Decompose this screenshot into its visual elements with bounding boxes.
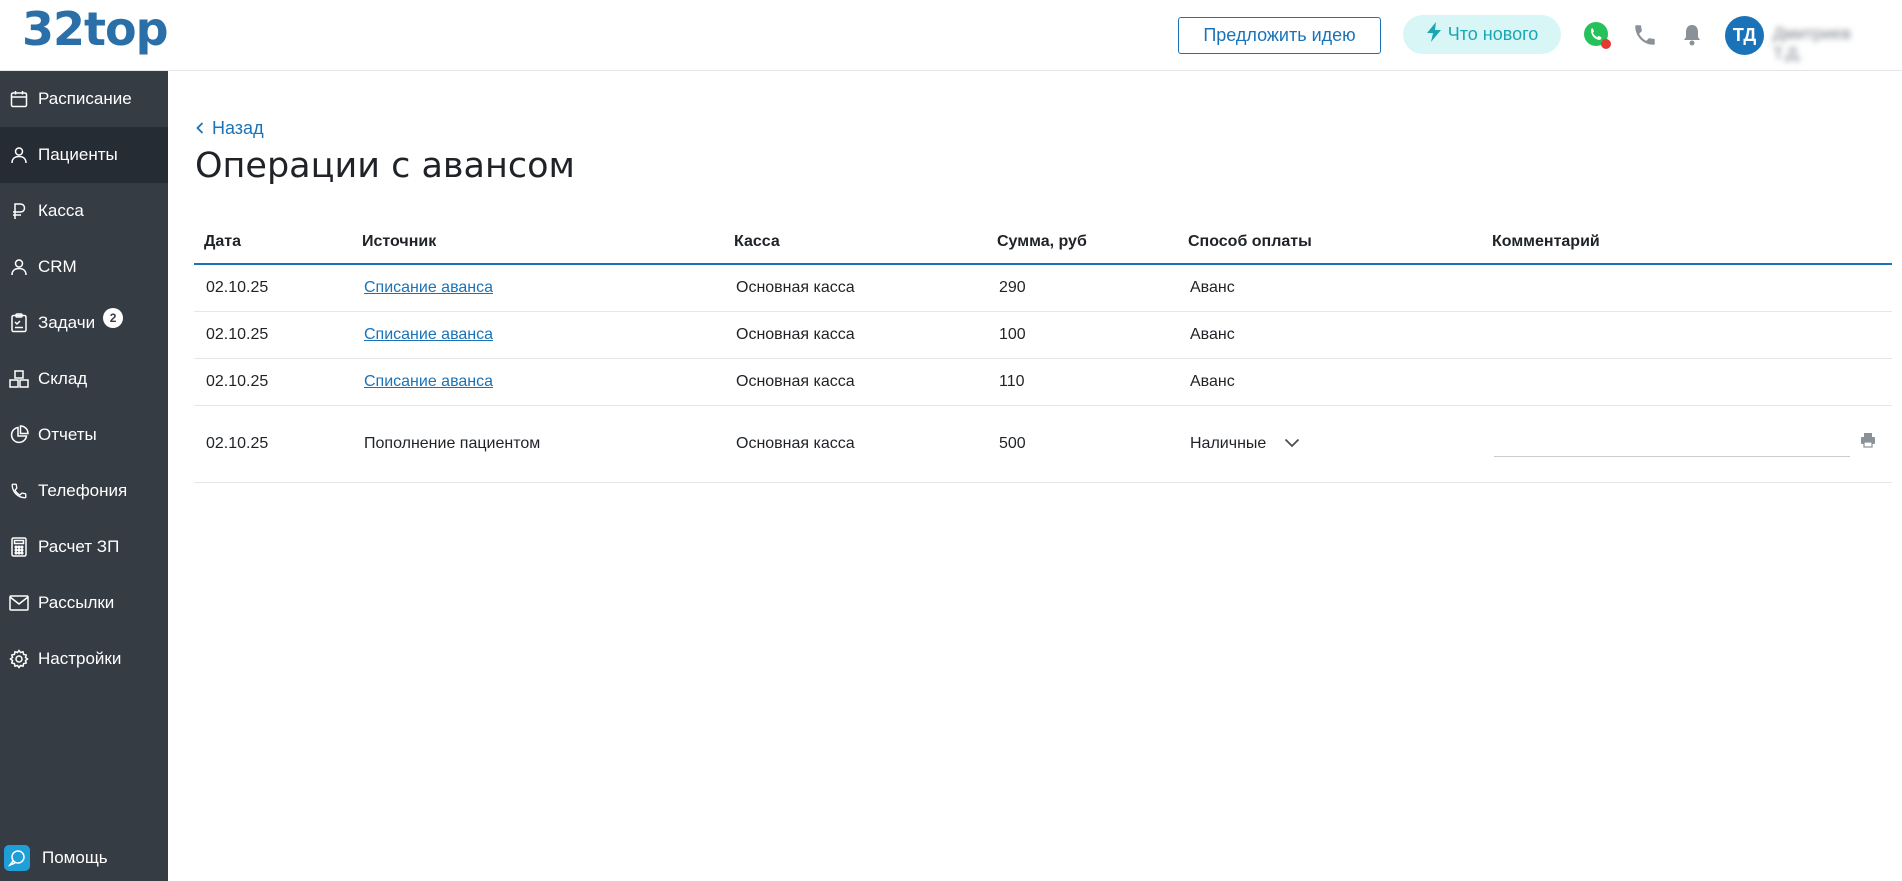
avatar[interactable]: ТД: [1725, 16, 1764, 55]
sidebar-item-cash[interactable]: Касса: [0, 183, 168, 239]
main-content: Назад Операции с авансом Дата Источник К…: [168, 72, 1902, 881]
bell-icon[interactable]: [1677, 20, 1707, 50]
sidebar-item-mailings[interactable]: Рассылки: [0, 575, 168, 631]
cell-source: Списание аванса: [352, 358, 724, 406]
payment-method-value: Наличные: [1190, 434, 1267, 452]
calendar-icon: [0, 71, 38, 127]
sidebar-item-label: Задачи: [38, 313, 96, 332]
top-header: 32top Предложить идею Что нового ТД Дмит…: [0, 0, 1902, 71]
gear-icon: [0, 631, 38, 687]
table-header-row: Дата Источник Касса Сумма, руб Способ оп…: [194, 220, 1892, 265]
sidebar-item-settings[interactable]: Настройки: [0, 631, 168, 687]
cell-date: 02.10.25: [194, 358, 352, 406]
user-icon: [0, 239, 38, 295]
table-row: 02.10.25 Списание аванса Основная касса …: [194, 358, 1892, 406]
tasks-icon: [0, 295, 38, 351]
column-header-date: Дата: [194, 220, 352, 265]
whats-new-button[interactable]: Что нового: [1403, 15, 1561, 54]
chevron-down-icon: [1284, 435, 1300, 453]
cell-sum: 100: [987, 311, 1178, 359]
sidebar-item-label: Телефония: [38, 481, 128, 500]
help-button[interactable]: Помощь: [4, 845, 108, 871]
cell-method: Аванс: [1178, 264, 1482, 312]
cell-cash: Основная касса: [724, 405, 987, 483]
column-header-source: Источник: [352, 220, 724, 265]
sidebar-item-tasks[interactable]: Задачи 2: [0, 295, 168, 351]
source-link[interactable]: Списание аванса: [364, 373, 493, 390]
sidebar-item-patients[interactable]: Пациенты: [0, 127, 168, 183]
sidebar-item-label: Настройки: [38, 649, 122, 668]
cell-source: Списание аванса: [352, 264, 724, 312]
back-label: Назад: [212, 118, 264, 138]
calculator-icon: [0, 519, 38, 575]
pie-chart-icon: [0, 407, 38, 463]
advance-operations-table: Дата Источник Касса Сумма, руб Способ оп…: [194, 220, 1892, 483]
chat-help-icon: [4, 845, 30, 871]
phone-icon[interactable]: [1630, 20, 1660, 50]
phone-icon: [0, 463, 38, 519]
cell-cash: Основная касса: [724, 264, 987, 312]
cell-method: Аванс: [1178, 311, 1482, 359]
table-row: 02.10.25 Списание аванса Основная касса …: [194, 264, 1892, 312]
sidebar-item-crm[interactable]: CRM: [0, 239, 168, 295]
whatsapp-icon[interactable]: [1582, 20, 1612, 50]
tasks-count-badge: 2: [103, 308, 124, 328]
cell-sum: 110: [987, 358, 1178, 406]
user-icon: [0, 127, 38, 183]
sidebar-item-warehouse[interactable]: Склад: [0, 351, 168, 407]
sidebar-item-label: Отчеты: [38, 425, 97, 444]
sidebar-item-label: Пациенты: [38, 145, 118, 164]
cell-comment: [1482, 311, 1892, 359]
sidebar-item-label: Касса: [38, 201, 84, 220]
cell-comment: [1482, 358, 1892, 406]
back-link[interactable]: Назад: [196, 118, 264, 139]
sidebar-item-label: Рассылки: [38, 593, 115, 612]
table-row: 02.10.25 Списание аванса Основная касса …: [194, 311, 1892, 359]
cell-cash: Основная касса: [724, 358, 987, 406]
logo[interactable]: 32top: [22, 2, 169, 56]
print-icon[interactable]: [1860, 432, 1876, 453]
cell-sum: 500: [987, 405, 1178, 483]
cell-comment: [1482, 405, 1892, 483]
table-row: 02.10.25 Пополнение пациентом Основная к…: [194, 405, 1892, 483]
whats-new-label: Что нового: [1447, 24, 1539, 44]
user-name[interactable]: Дмитриев Т.Д.: [1773, 24, 1883, 63]
cell-source: Списание аванса: [352, 311, 724, 359]
sidebar-item-schedule[interactable]: Расписание: [0, 71, 168, 127]
source-link[interactable]: Списание аванса: [364, 326, 493, 343]
payment-method-select[interactable]: Наличные: [1190, 435, 1300, 453]
ruble-icon: [0, 183, 38, 239]
source-link[interactable]: Списание аванса: [364, 279, 493, 296]
lightning-icon: [1426, 22, 1442, 47]
cell-sum: 290: [987, 264, 1178, 312]
cell-source: Пополнение пациентом: [352, 405, 724, 483]
sidebar: Расписание Пациенты Касса CRM Задачи 2 С…: [0, 71, 168, 881]
column-header-cash: Касса: [724, 220, 987, 265]
sidebar-item-payroll[interactable]: Расчет ЗП: [0, 519, 168, 575]
sidebar-item-label: CRM: [38, 257, 77, 276]
cell-date: 02.10.25: [194, 405, 352, 483]
chevron-left-icon: [196, 118, 204, 139]
cell-cash: Основная касса: [724, 311, 987, 359]
column-header-comment: Комментарий: [1482, 220, 1892, 265]
cell-method: Наличные: [1178, 405, 1482, 483]
sidebar-item-telephony[interactable]: Телефония: [0, 463, 168, 519]
cell-date: 02.10.25: [194, 311, 352, 359]
cell-date: 02.10.25: [194, 264, 352, 312]
sidebar-item-label: Расчет ЗП: [38, 537, 120, 556]
comment-input[interactable]: [1494, 456, 1850, 457]
cell-comment: [1482, 264, 1892, 312]
sidebar-item-label: Склад: [38, 369, 88, 388]
cell-method: Аванс: [1178, 358, 1482, 406]
column-header-sum: Сумма, руб: [987, 220, 1178, 265]
sidebar-item-label: Расписание: [38, 89, 132, 108]
sidebar-item-reports[interactable]: Отчеты: [0, 407, 168, 463]
mail-icon: [0, 575, 38, 631]
page-title: Операции с авансом: [195, 146, 575, 186]
boxes-icon: [0, 351, 38, 407]
help-label: Помощь: [42, 848, 108, 867]
column-header-payment-method: Способ оплаты: [1178, 220, 1482, 265]
suggest-idea-button[interactable]: Предложить идею: [1178, 17, 1381, 54]
